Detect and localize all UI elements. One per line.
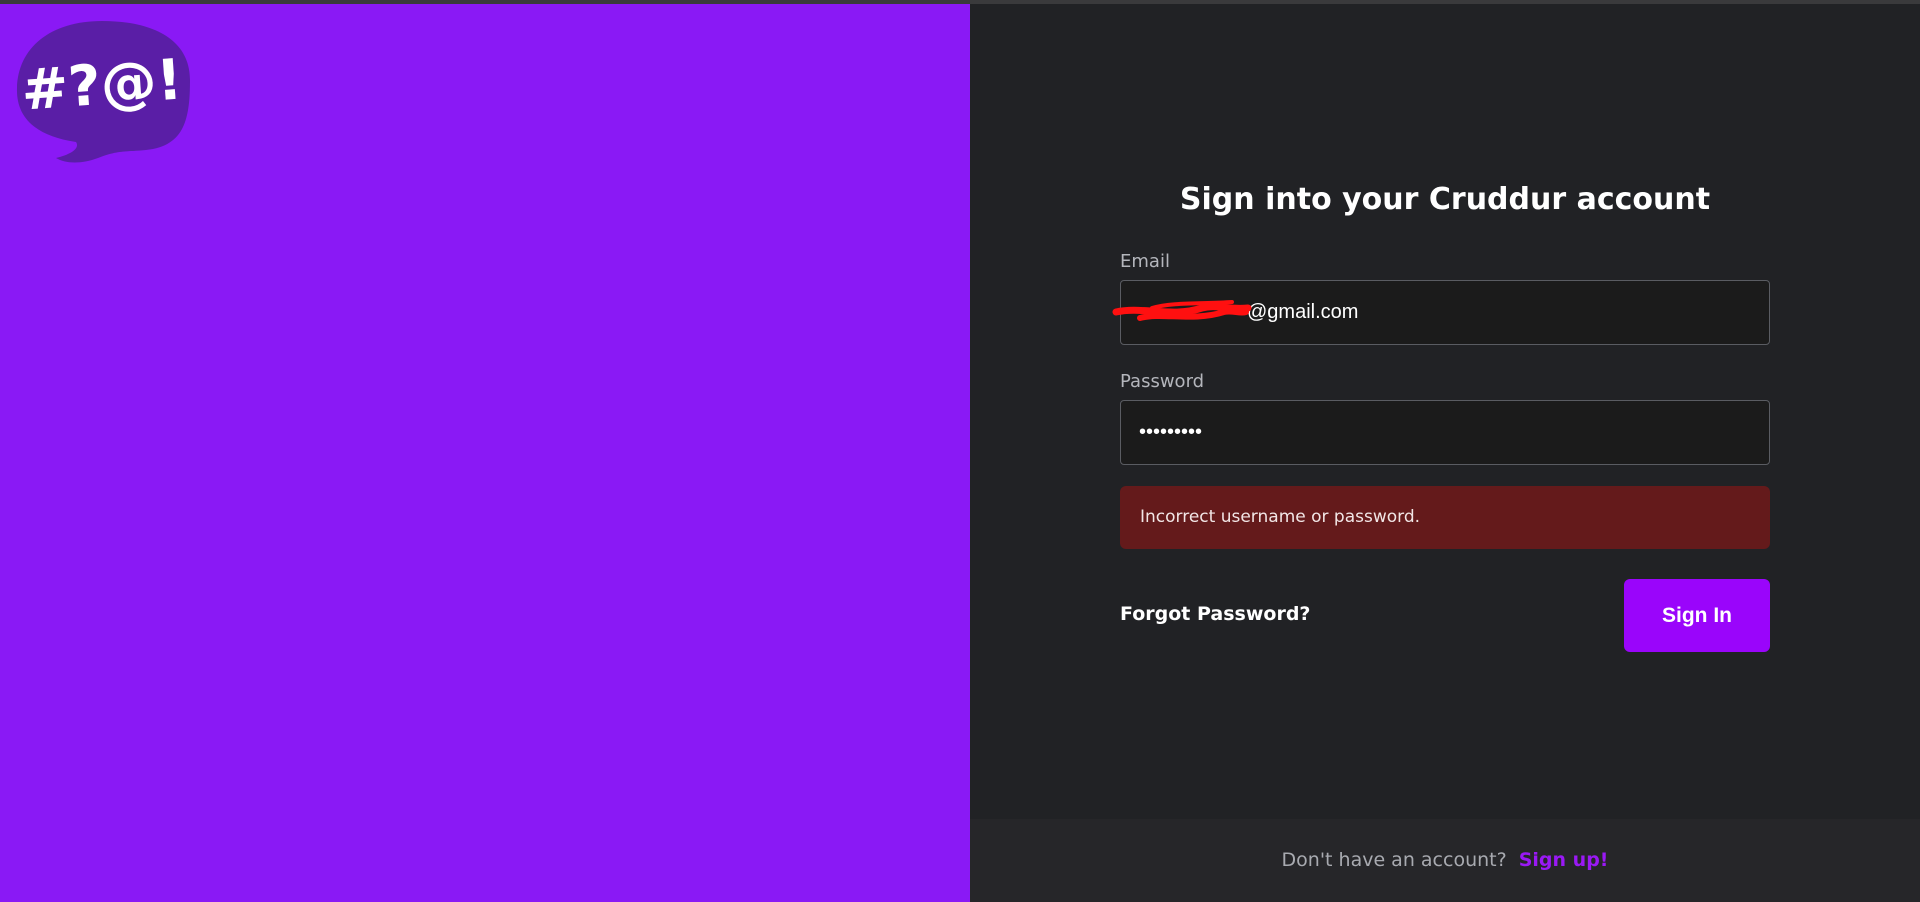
email-label: Email (1120, 251, 1170, 272)
signup-prompt: Don't have an account? (1281, 849, 1507, 871)
cruddur-logo: #?@! (14, 18, 192, 166)
brand-panel: #?@! (0, 0, 970, 902)
page-title: Sign into your Cruddur account (1179, 182, 1711, 217)
signin-form: Sign into your Cruddur account Email Pas… (1112, 176, 1770, 653)
form-actions: Forgot Password? Sign In (1120, 579, 1770, 653)
email-field-group: Email (1112, 250, 1770, 345)
signin-page: #?@! Sign into your Cruddur account Emai… (0, 0, 1920, 902)
signup-footer: Don't have an account? Sign up! (970, 819, 1920, 902)
error-message: Incorrect username or password. (1120, 486, 1770, 549)
forgot-password-link[interactable]: Forgot Password? (1120, 603, 1310, 625)
email-field[interactable] (1120, 280, 1770, 345)
svg-text:#?@!: #?@! (19, 47, 184, 123)
email-input-wrap (1112, 280, 1770, 345)
password-field[interactable] (1120, 400, 1770, 465)
window-top-border (0, 0, 1920, 4)
password-field-group: Password (1120, 370, 1770, 465)
sign-in-button[interactable]: Sign In (1624, 579, 1770, 652)
signin-panel: Sign into your Cruddur account Email Pas… (970, 0, 1920, 902)
signup-link[interactable]: Sign up! (1519, 849, 1609, 871)
password-label: Password (1120, 371, 1205, 392)
